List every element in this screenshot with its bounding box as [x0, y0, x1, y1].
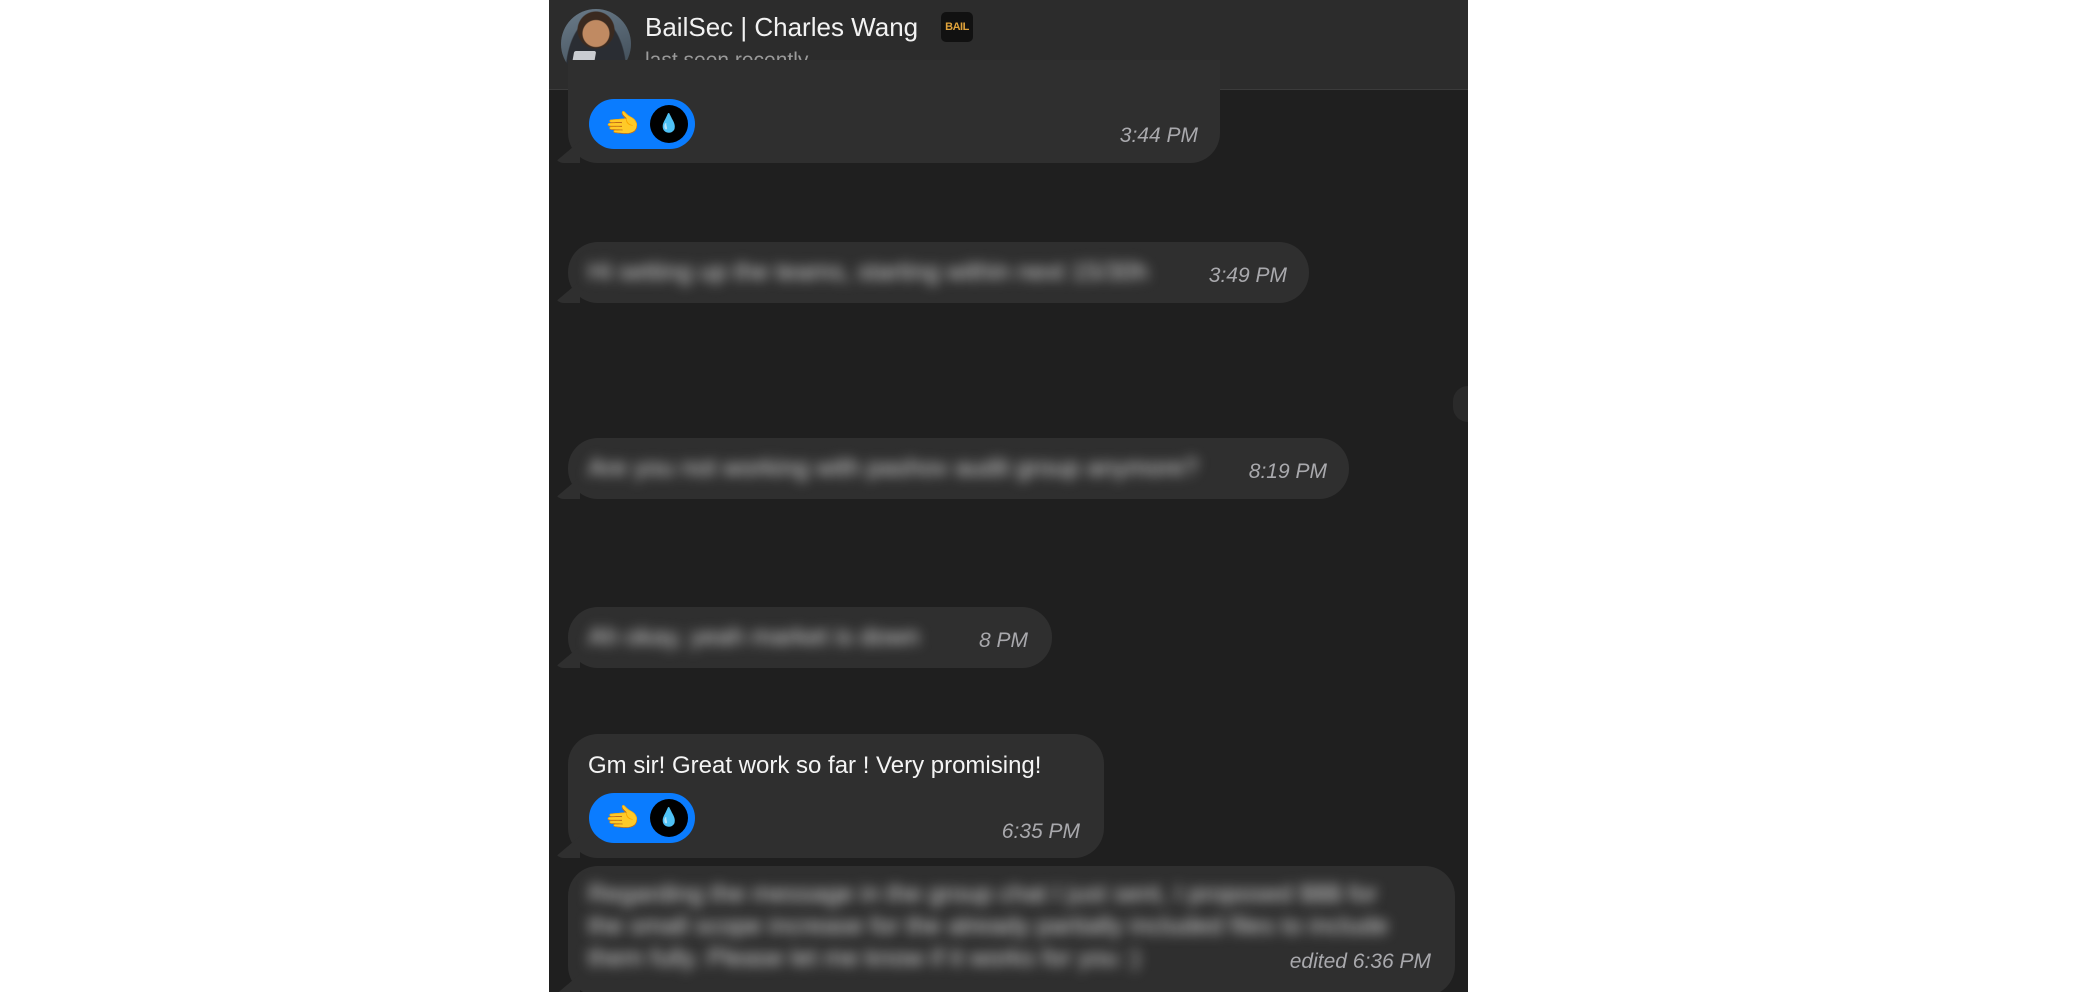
bubble-tail: [554, 974, 580, 992]
message-text-blurred: them fully. Please let me know if it wor…: [588, 944, 1141, 972]
message-time: 8 PM: [978, 629, 1028, 652]
bubble-tail: [554, 141, 580, 163]
bubble-tail: [554, 281, 580, 303]
bubble-tail: [554, 646, 580, 668]
drop-icon: 💧: [650, 105, 688, 143]
bubble-tail: [554, 836, 580, 858]
message-text-blurred: Hi setting up the teams, starting within…: [588, 258, 1149, 286]
pointing-hand-icon: 🫲: [605, 801, 640, 834]
message-bubble[interactable]: Ah okay, yeah market is down 8 PM: [554, 607, 1052, 668]
message-bubble[interactable]: Are you not working with pashov audit gr…: [554, 438, 1349, 499]
message-text-blurred: Ah okay, yeah market is down: [588, 623, 920, 651]
drop-icon: 💧: [650, 799, 688, 837]
message-text-blurred: Are you not working with pashov audit gr…: [588, 454, 1199, 482]
bailsec-logo-icon: BAIL: [941, 12, 973, 42]
message-text-blurred: the small scope increase for the already…: [588, 912, 1389, 940]
message-bubble[interactable]: Regarding the message in the group chat …: [554, 866, 1455, 992]
chat-panel: BailSec | Charles Wang BAIL last seen re…: [549, 0, 1468, 992]
message-bubble[interactable]: Hi setting up the teams, starting within…: [554, 242, 1309, 303]
scroll-handle[interactable]: [1453, 386, 1468, 422]
message-time: 3:44 PM: [1119, 124, 1198, 147]
pointing-hand-icon: 🫲: [605, 107, 640, 140]
message-text-blurred: Regarding the message in the group chat …: [588, 880, 1378, 908]
message-time: 8:19 PM: [1248, 460, 1327, 483]
bubble-tail: [554, 477, 580, 499]
message-time: 6:35 PM: [1001, 820, 1080, 843]
message-bubble[interactable]: 🫲 💧 3:44 PM: [554, 60, 1220, 163]
reaction-chip[interactable]: 🫲 💧: [589, 99, 695, 149]
message-text: Gm sir! Great work so far ! Very promisi…: [588, 752, 1042, 779]
reaction-chip[interactable]: 🫲 💧: [589, 793, 695, 843]
message-bubble[interactable]: Gm sir! Great work so far ! Very promisi…: [554, 734, 1104, 858]
message-time: 3:49 PM: [1208, 264, 1287, 287]
contact-name[interactable]: BailSec | Charles Wang: [645, 12, 918, 43]
message-time: edited 6:36 PM: [1289, 950, 1431, 973]
